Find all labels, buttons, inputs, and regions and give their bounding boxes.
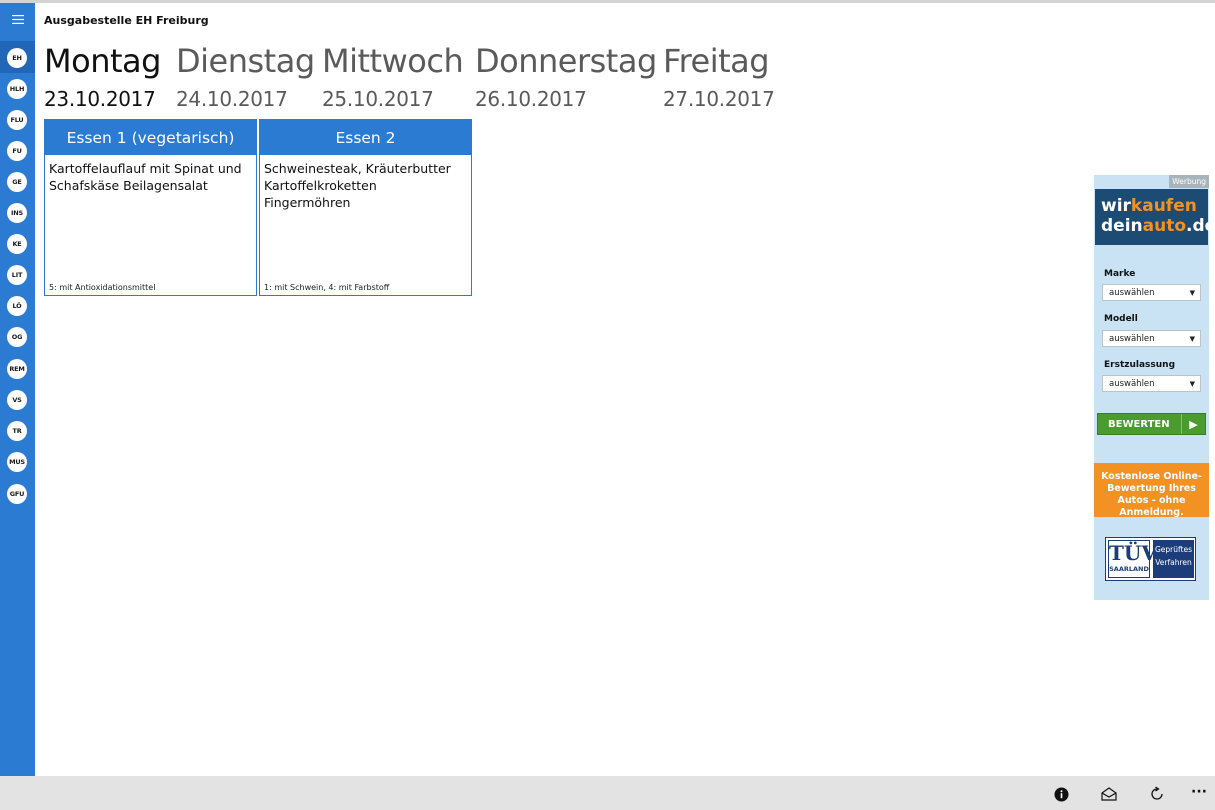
day-date: 24.10.2017 <box>176 87 288 111</box>
meal-description: Kartoffelauflauf mit Spinat und Schafskä… <box>49 161 242 193</box>
tab-donnerstag[interactable]: Donnerstag 26.10.2017 <box>475 40 657 114</box>
ad-logo-text: .de <box>1186 216 1215 236</box>
day-date: 27.10.2017 <box>663 87 775 111</box>
meal-title: Essen 2 <box>260 120 471 155</box>
meal-card-1[interactable]: Essen 1 (vegetarisch) Kartoffelauflauf m… <box>44 119 257 296</box>
sidebar-item-lit[interactable]: LIT <box>7 265 27 285</box>
day-name: Freitag <box>663 42 770 80</box>
tuv-logo: TÜV SAARLAND <box>1108 540 1157 578</box>
ad-promo-text[interactable]: Kostenlose Online-Bewertung Ihres Autos … <box>1094 463 1209 518</box>
mail-icon <box>1101 787 1117 801</box>
select-value: auswählen <box>1109 379 1155 389</box>
ad-field-label-marke: Marke <box>1104 269 1136 279</box>
marke-select[interactable]: auswählen ▼ <box>1102 284 1201 301</box>
refresh-icon <box>1151 786 1163 800</box>
meal-additives: 5: mit Antioxidationsmittel <box>49 283 156 292</box>
info-button[interactable] <box>1051 784 1071 804</box>
sidebar-item-lo[interactable]: LÖ <box>7 296 27 316</box>
sidebar-item-hlh[interactable]: HLH <box>7 79 27 99</box>
sidebar-item-ke[interactable]: KE <box>7 234 27 254</box>
dropdown-arrow-icon: ▼ <box>1189 380 1195 388</box>
ad-tag: Werbung <box>1169 175 1209 188</box>
modell-select[interactable]: auswählen ▼ <box>1102 330 1201 347</box>
meal-card-2[interactable]: Essen 2 Schweinesteak, Kräuterbutter Kar… <box>259 119 472 296</box>
sidebar-item-gfu[interactable]: GFU <box>7 484 27 504</box>
sidebar-item-og[interactable]: OG <box>7 327 27 347</box>
day-date: 26.10.2017 <box>475 87 587 111</box>
day-name: Montag <box>44 42 161 80</box>
ad-logo-text: wir <box>1101 196 1131 216</box>
sidebar-item-ins[interactable]: INS <box>7 203 27 223</box>
page-title: Ausgabestelle EH Freiburg <box>44 14 209 27</box>
tuv-text: Geprüftes Verfahren <box>1153 540 1194 578</box>
dropdown-arrow-icon: ▼ <box>1189 289 1195 297</box>
sidebar-item-rem[interactable]: REM <box>7 359 27 379</box>
window-top-border <box>0 0 1215 3</box>
ad-logo-text: auto <box>1142 216 1187 236</box>
tab-mittwoch[interactable]: Mittwoch 25.10.2017 <box>322 40 464 114</box>
button-label: BEWERTEN <box>1108 418 1170 430</box>
tuv-seal: TÜV SAARLAND Geprüftes Verfahren <box>1105 537 1196 581</box>
bewerten-button[interactable]: BEWERTEN ▶ <box>1097 413 1206 435</box>
ad-field-label-modell: Modell <box>1104 314 1138 324</box>
erstzulassung-select[interactable]: auswählen ▼ <box>1102 375 1201 392</box>
sidebar-item-flu[interactable]: FLU <box>7 110 27 130</box>
ad-field-label-erstzulassung: Erstzulassung <box>1104 360 1176 370</box>
ad-logo-text: dein <box>1101 216 1143 236</box>
tab-dienstag[interactable]: Dienstag 24.10.2017 <box>176 40 315 114</box>
dropdown-arrow-icon: ▼ <box>1189 335 1195 343</box>
day-name: Dienstag <box>176 42 315 80</box>
day-date: 25.10.2017 <box>322 87 434 111</box>
day-name: Donnerstag <box>475 42 657 80</box>
meal-title: Essen 1 (vegetarisch) <box>45 120 256 155</box>
tab-montag[interactable]: Montag 23.10.2017 <box>44 40 161 114</box>
ad-logo-text: kaufen <box>1130 196 1197 216</box>
select-value: auswählen <box>1109 288 1155 298</box>
advertisement-banner[interactable]: Werbung wirkaufen deinauto.de Marke ausw… <box>1094 175 1215 600</box>
more-button[interactable]: ··· <box>1189 782 1209 802</box>
day-date: 23.10.2017 <box>44 87 156 111</box>
meal-additives: 1: mit Schwein, 4: mit Farbstoff <box>264 283 390 292</box>
ad-logo[interactable]: wirkaufen deinauto.de <box>1095 189 1215 245</box>
sidebar-item-ge[interactable]: GE <box>7 172 27 192</box>
hamburger-menu-button[interactable] <box>0 3 35 36</box>
tuv-region: SAARLAND <box>1109 565 1149 573</box>
tab-freitag[interactable]: Freitag 27.10.2017 <box>663 40 775 114</box>
mail-button[interactable] <box>1099 784 1119 804</box>
sidebar-item-tr[interactable]: TR <box>7 421 27 441</box>
sidebar-item-mus[interactable]: MUS <box>7 452 27 472</box>
day-name: Mittwoch <box>322 42 464 80</box>
bottom-app-bar <box>0 776 1215 810</box>
play-icon: ▶ <box>1181 414 1205 434</box>
more-icon: ··· <box>1191 784 1207 800</box>
refresh-button[interactable] <box>1147 784 1167 804</box>
tuv-brand: TÜV <box>1109 541 1157 565</box>
sidebar-item-eh[interactable]: EH <box>7 48 27 68</box>
hamburger-icon <box>11 15 24 24</box>
select-value: auswählen <box>1109 334 1155 344</box>
sidebar-item-vs[interactable]: VS <box>7 390 27 410</box>
info-icon <box>1054 787 1068 801</box>
meal-description: Schweinesteak, Kräuterbutter Kartoffelkr… <box>264 161 451 210</box>
sidebar-item-fu[interactable]: FU <box>7 141 27 161</box>
